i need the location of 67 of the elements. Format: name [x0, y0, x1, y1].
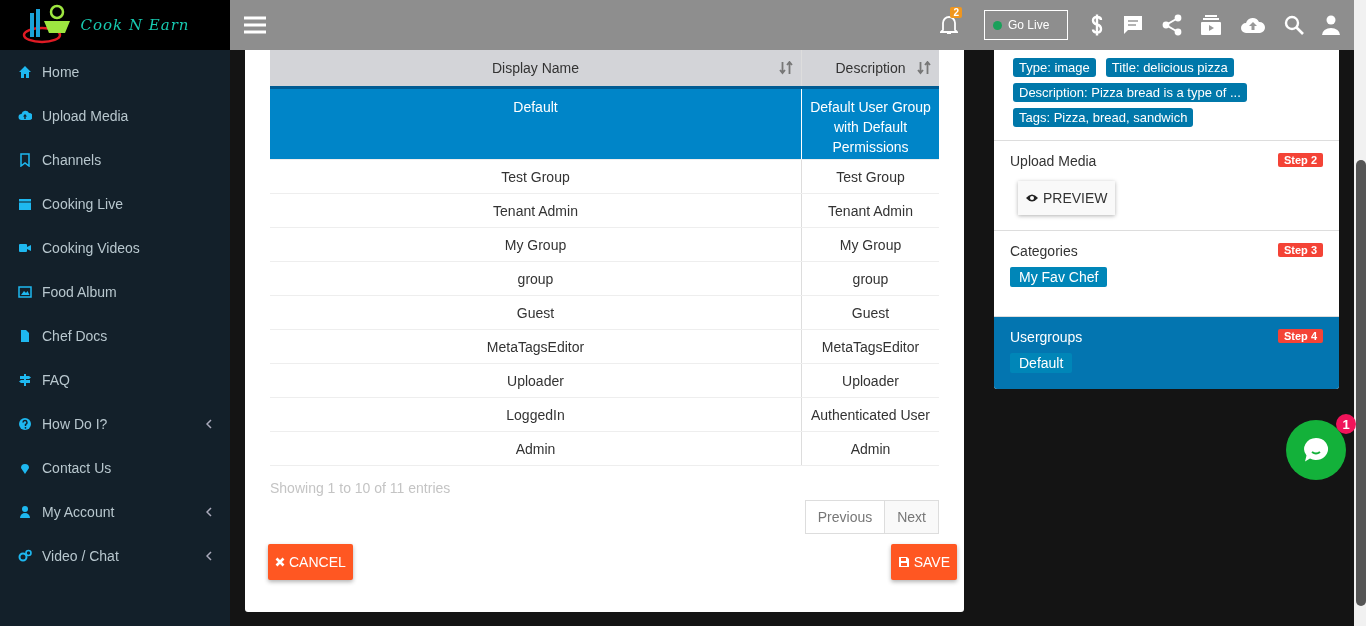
pagination-button[interactable]: Next	[885, 500, 939, 534]
summary-tag: Tags: Pizza, bread, sandwich	[1013, 108, 1194, 127]
table-cell: Tenant Admin	[801, 193, 939, 228]
table-cell: Default	[270, 87, 802, 160]
sidebar-item[interactable]: Food Album	[0, 270, 230, 314]
sidebar-item-label: Video / Chat	[42, 548, 120, 564]
sidebar-item-label: FAQ	[42, 372, 71, 388]
sidebar-item-label: Channels	[42, 152, 103, 168]
step-badge: Step 4	[1278, 329, 1323, 343]
table-cell: Test Group	[270, 159, 802, 194]
table-cell: My Group	[270, 227, 802, 262]
table-cell: Admin	[801, 431, 939, 466]
sidebar-item[interactable]: Cooking Videos	[0, 226, 230, 270]
step-section[interactable]: Upload Media Step 2 PREVIEW	[994, 141, 1339, 231]
summary-tag: Description: Pizza bread is a type of ...	[1013, 83, 1247, 102]
table-cell: MetaTagsEditor	[801, 329, 939, 364]
table-cell: Uploader	[801, 363, 939, 398]
sidebar-item[interactable]: Upload Media	[0, 94, 230, 138]
sidebar-item[interactable]: Chef Docs	[0, 314, 230, 358]
sidebar-item-label: Cooking Videos	[42, 240, 141, 256]
step-badge: Step 3	[1278, 243, 1323, 257]
sidebar-item-label: Food Album	[42, 284, 118, 300]
category-chip: My Fav Chef	[1010, 267, 1108, 287]
notification-badge: 2	[950, 7, 962, 18]
sidebar-item[interactable]: Cooking Live	[0, 182, 230, 226]
table-cell: Guest	[801, 295, 939, 330]
column-header[interactable]: Description	[801, 50, 939, 88]
sidebar-item[interactable]: How Do I?	[0, 402, 230, 446]
column-header[interactable]: Display Name	[270, 50, 802, 88]
sidebar-item[interactable]: Channels	[0, 138, 230, 182]
table-cell: Admin	[270, 431, 802, 466]
sidebar-item-label: My Account	[42, 504, 116, 520]
sidebar-item[interactable]: Video / Chat	[0, 534, 230, 578]
step-title: Categories	[1010, 243, 1078, 259]
table-cell: Guest	[270, 295, 802, 330]
preview-button[interactable]: PREVIEW	[1018, 181, 1115, 215]
table-cell: group	[801, 261, 939, 296]
step-title: Upload Media	[1010, 153, 1097, 169]
sidebar-item-label: Chef Docs	[42, 328, 109, 344]
sidebar-item[interactable]: Contact Us	[0, 446, 230, 490]
sidebar-item[interactable]: FAQ	[0, 358, 230, 402]
table-info-text: Showing 1 to 10 of 11 entries	[270, 480, 452, 496]
sidebar-item[interactable]: Home	[0, 50, 230, 94]
table-cell: Tenant Admin	[270, 193, 802, 228]
table-cell: MetaTagsEditor	[270, 329, 802, 364]
sidebar-item-label: Contact Us	[42, 460, 113, 476]
summary-tag: Type: image	[1013, 58, 1096, 77]
chat-notification-badge: 1	[1336, 414, 1356, 434]
logo-text: Cook N Earn	[80, 16, 190, 34]
category-chip: Default	[1010, 353, 1073, 373]
sidebar-item[interactable]: My Account	[0, 490, 230, 534]
table-cell: LoggedIn	[270, 397, 802, 432]
table-cell: Default User Group with Default Permissions	[801, 87, 939, 160]
step-title: Usergroups	[1010, 329, 1083, 345]
sidebar-item-label: Upload Media	[42, 108, 130, 124]
step-badge: Step 2	[1278, 153, 1323, 167]
step-section[interactable]: Usergroups Step 4 Default	[994, 317, 1339, 389]
summary-tag: Title: delicious pizza	[1105, 58, 1234, 77]
table-cell: My Group	[801, 227, 939, 262]
sidebar-item-label: Cooking Live	[42, 196, 124, 212]
table-cell: Test Group	[801, 159, 939, 194]
sidebar-item-label: How Do I?	[42, 416, 109, 432]
table-cell: Uploader	[270, 363, 802, 398]
pagination-button[interactable]: Previous	[804, 500, 886, 534]
table-cell: Authenticated User	[801, 397, 939, 432]
sidebar-item-label: Home	[42, 64, 81, 80]
table-cell: group	[270, 261, 802, 296]
